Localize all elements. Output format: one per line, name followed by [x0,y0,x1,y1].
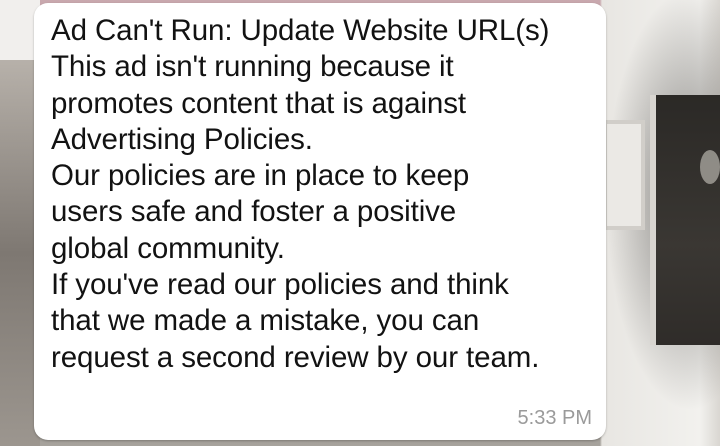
wallpaper-knob [700,150,720,184]
message-text: Ad Can't Run: Update Website URL(s) This… [51,13,590,376]
message-line: Our policies are in place to keep [51,159,470,193]
message-line: users safe and foster a positive [51,195,457,229]
message-line: This ad isn't running because it [51,50,454,84]
message-timestamp: 5:33 PM [517,407,592,429]
message-line: Advertising Policies. [51,122,313,156]
message-line: request a second review by our team. [51,340,540,374]
message-line: global community. [51,231,285,265]
wallpaper-door [650,95,720,345]
message-line-title: Ad Can't Run: Update Website URL(s) [51,14,550,47]
message-bubble[interactable]: Ad Can't Run: Update Website URL(s) This… [34,3,606,440]
message-line: that we made a mistake, you can [51,304,480,338]
message-line: promotes content that is against [51,86,466,120]
wallpaper-frame [603,120,645,230]
message-line: If you've read our policies and think [51,268,509,302]
